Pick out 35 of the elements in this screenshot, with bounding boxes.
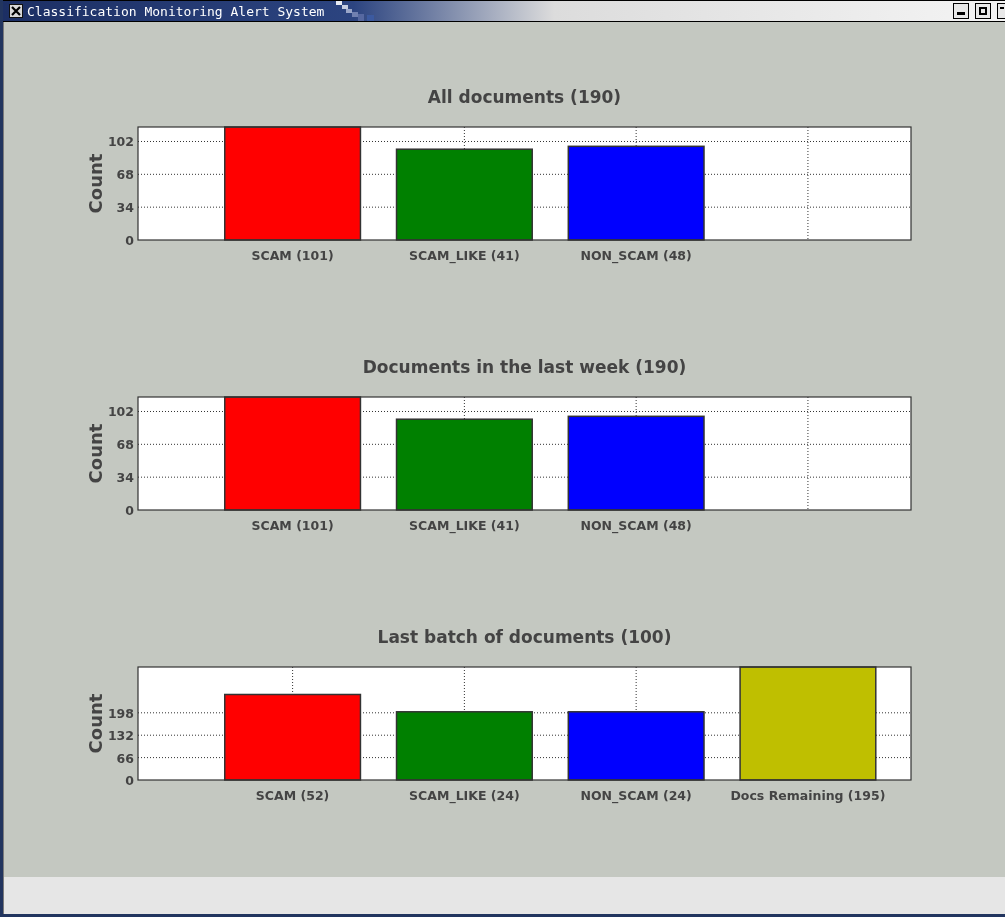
tick-label: 0: [125, 503, 134, 518]
tick-label: 66: [116, 750, 134, 766]
maximize-icon: [979, 7, 987, 15]
category-label: SCAM (101): [251, 518, 334, 533]
chart-title: All documents (190): [427, 87, 622, 107]
category-label: NON_SCAM (48): [580, 248, 692, 263]
category-label: Docs Remaining (195): [730, 788, 886, 803]
category-label: SCAM (52): [255, 788, 330, 803]
category-label: SCAM (101): [251, 248, 334, 263]
chart-title: Documents in the last week (190): [362, 357, 687, 377]
chart-title: Last batch of documents (100): [377, 627, 672, 647]
tick-label: 102: [107, 404, 134, 420]
category-label: SCAM_LIKE (41): [409, 248, 520, 263]
maximize-button[interactable]: [975, 3, 991, 19]
tick-label: 68: [116, 167, 134, 183]
axis-title: Count: [85, 693, 106, 754]
tick-label: 68: [116, 437, 134, 453]
tick-label: 132: [107, 728, 134, 744]
window-button[interactable]: [997, 3, 1005, 19]
axis-title: Count: [85, 423, 106, 484]
window-title: Classification Monitoring Alert System: [27, 3, 325, 19]
category-label: NON_SCAM (24): [580, 788, 692, 803]
axis-title: Count: [85, 153, 106, 214]
tick-label: 0: [125, 233, 134, 248]
tick-label: 198: [107, 705, 134, 721]
minimize-button[interactable]: [953, 3, 969, 19]
tick-label: 102: [107, 134, 134, 150]
tick-label: 34: [116, 200, 134, 216]
category-label: NON_SCAM (48): [580, 518, 692, 533]
tick-label: 34: [116, 470, 134, 486]
title-pattern-drawing: [336, 1, 377, 21]
category-label: SCAM_LIKE (24): [409, 788, 520, 803]
tick-label: 0: [125, 773, 134, 788]
close-icon[interactable]: [9, 4, 23, 18]
category-label: SCAM_LIKE (41): [409, 518, 520, 533]
